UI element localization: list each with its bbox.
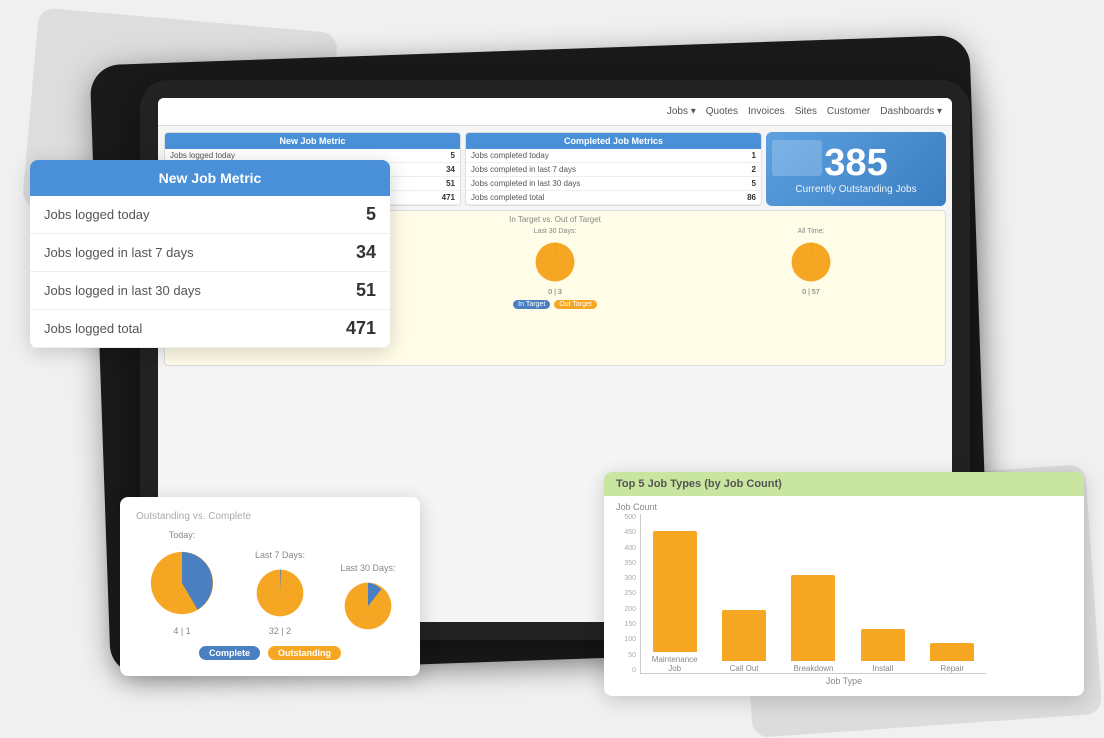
table-row: Jobs logged in last 30 days 51 <box>30 272 390 310</box>
nav-sites[interactable]: Sites <box>795 106 817 117</box>
top5-job-types-card: Top 5 Job Types (by Job Count) Job Count… <box>604 472 1084 696</box>
legend-out-target: Out Target <box>554 300 597 309</box>
ovsc-legends: Complete Outstanding <box>136 646 404 660</box>
outstanding-label: Currently Outstanding Jobs <box>795 184 916 195</box>
new-job-metric-card: New Job Metric Jobs logged today 5 Jobs … <box>30 160 390 348</box>
bar-chart-area: Job Count 0 50 100 150 200 250 300 350 4… <box>604 496 1084 686</box>
completed-job-mini-table: Jobs completed today1 Jobs completed in … <box>466 149 761 205</box>
new-job-mini-header: New Job Metric <box>165 133 460 149</box>
new-job-card-header: New Job Metric <box>30 160 390 196</box>
bar-rect-repair <box>930 643 974 661</box>
outstanding-card: 385 Currently Outstanding Jobs <box>766 132 946 206</box>
ovsc-last30: Last 30 Days: <box>338 563 398 636</box>
ovsc-last7: Last 7 Days: 32 | 2 <box>250 550 310 636</box>
bar-rect-breakdown <box>791 575 835 661</box>
table-row: Jobs logged in last 7 days 34 <box>30 234 390 272</box>
legend-outstanding: Outstanding <box>268 646 341 660</box>
nav-dashboards[interactable]: Dashboards ▾ <box>880 106 942 117</box>
nav-bar: Jobs ▾ Quotes Invoices Sites Customer Da… <box>158 98 952 126</box>
bar-rect-maintenance <box>653 531 697 652</box>
legend-in-target: In Target <box>513 300 550 309</box>
ovsc-pies: Today: 4 | 1 Last 7 Days: 32 | 2 Last 30… <box>136 530 404 636</box>
table-row: Jobs logged total 471 <box>30 310 390 348</box>
table-row: Jobs completed in last 7 days2 <box>466 163 761 177</box>
ovsc-today: Today: 4 | 1 <box>142 530 222 636</box>
bars-container: Maintenance Job Call Out Breakdown Insta… <box>640 514 986 674</box>
table-row: Jobs completed in last 30 days5 <box>466 177 761 191</box>
pie-last-30: Last 30 Days: 0 | 3 <box>530 228 580 296</box>
nav-customer[interactable]: Customer <box>827 106 870 117</box>
bar-rect-callout <box>722 610 766 661</box>
new-job-table: Jobs logged today 5 Jobs logged in last … <box>30 196 390 348</box>
ovsc-title: Outstanding vs. Complete <box>136 511 404 522</box>
table-row: Jobs logged today 5 <box>30 196 390 234</box>
table-row: Jobs completed total86 <box>466 191 761 205</box>
bar-callout: Call Out <box>720 610 767 673</box>
completed-job-mini-card: Completed Job Metrics Jobs completed tod… <box>465 132 762 206</box>
bar-breakdown: Breakdown <box>790 575 837 673</box>
outstanding-number: 385 <box>824 144 887 182</box>
nav-quotes[interactable]: Quotes <box>706 106 738 117</box>
nav-invoices[interactable]: Invoices <box>748 106 785 117</box>
y-axis-label: Job Count <box>616 502 1072 512</box>
x-axis-label: Job Type <box>616 676 1072 686</box>
outstanding-vs-complete-card: Outstanding vs. Complete Today: 4 | 1 La… <box>120 497 420 676</box>
bar-maintenance: Maintenance Job <box>651 531 698 673</box>
completed-job-mini-header: Completed Job Metrics <box>466 133 761 149</box>
top5-card-header: Top 5 Job Types (by Job Count) <box>604 472 1084 496</box>
bar-rect-install <box>861 629 905 661</box>
legend-complete: Complete <box>199 646 260 660</box>
outstanding-thumb <box>772 140 822 176</box>
pie-all-time-2: All Time: 0 | 57 <box>786 228 836 296</box>
bar-install: Install <box>859 629 906 673</box>
nav-jobs[interactable]: Jobs ▾ <box>667 106 696 117</box>
table-row: Jobs completed today1 <box>466 149 761 163</box>
bar-repair: Repair <box>929 643 976 673</box>
